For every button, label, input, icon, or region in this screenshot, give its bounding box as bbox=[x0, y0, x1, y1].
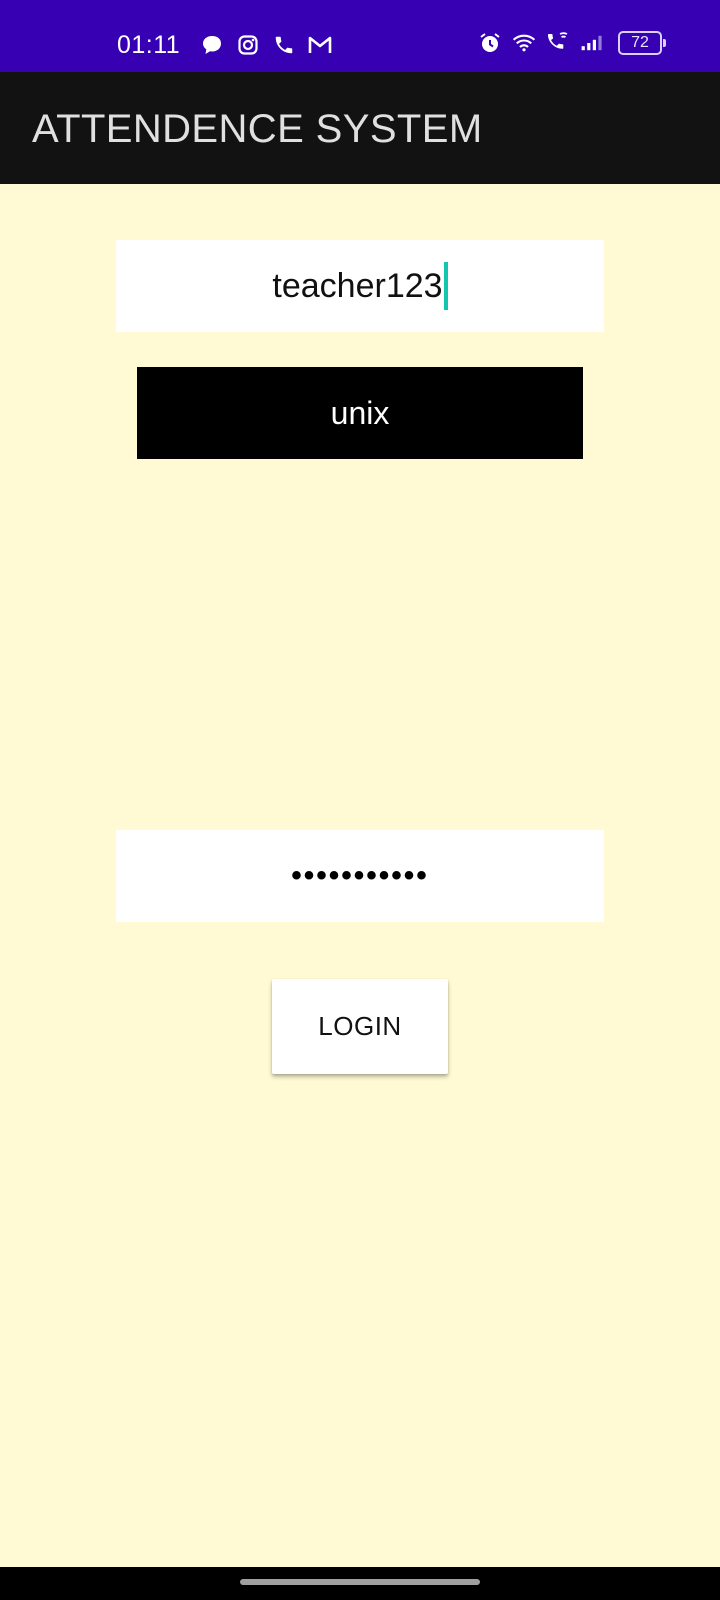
username-value: teacher123 bbox=[272, 267, 443, 305]
text-cursor bbox=[443, 262, 448, 310]
system-icons: 72 bbox=[478, 31, 666, 55]
alarm-icon bbox=[478, 31, 502, 55]
password-masked-value: ••••••••••• bbox=[291, 859, 429, 892]
navigation-bar bbox=[0, 1567, 720, 1600]
subject-selected-value: unix bbox=[330, 395, 390, 431]
battery-level: 72 bbox=[618, 31, 662, 55]
app-title: ATTENDENCE SYSTEM bbox=[32, 107, 483, 151]
password-input[interactable]: ••••••••••• bbox=[116, 830, 604, 922]
chat-bubble-icon bbox=[200, 33, 224, 57]
wifi-calling-icon bbox=[546, 31, 570, 55]
username-input[interactable]: teacher123 bbox=[116, 240, 604, 332]
status-bar: 01:11 72 bbox=[0, 0, 720, 72]
instagram-icon bbox=[236, 33, 260, 57]
login-button-label: LOGIN bbox=[318, 1011, 402, 1041]
phone-icon bbox=[272, 33, 296, 57]
subject-select[interactable]: unix bbox=[137, 367, 583, 459]
gmail-icon bbox=[308, 33, 332, 57]
signal-icon bbox=[580, 31, 604, 55]
battery-tip bbox=[663, 39, 666, 47]
status-time: 01:11 bbox=[117, 31, 181, 59]
login-button[interactable]: LOGIN bbox=[272, 979, 448, 1074]
wifi-icon bbox=[512, 31, 536, 55]
home-gesture-handle[interactable] bbox=[240, 1579, 480, 1585]
battery-icon: 72 bbox=[618, 31, 666, 55]
app-bar: ATTENDENCE SYSTEM bbox=[0, 72, 720, 184]
notification-icons bbox=[200, 33, 332, 57]
